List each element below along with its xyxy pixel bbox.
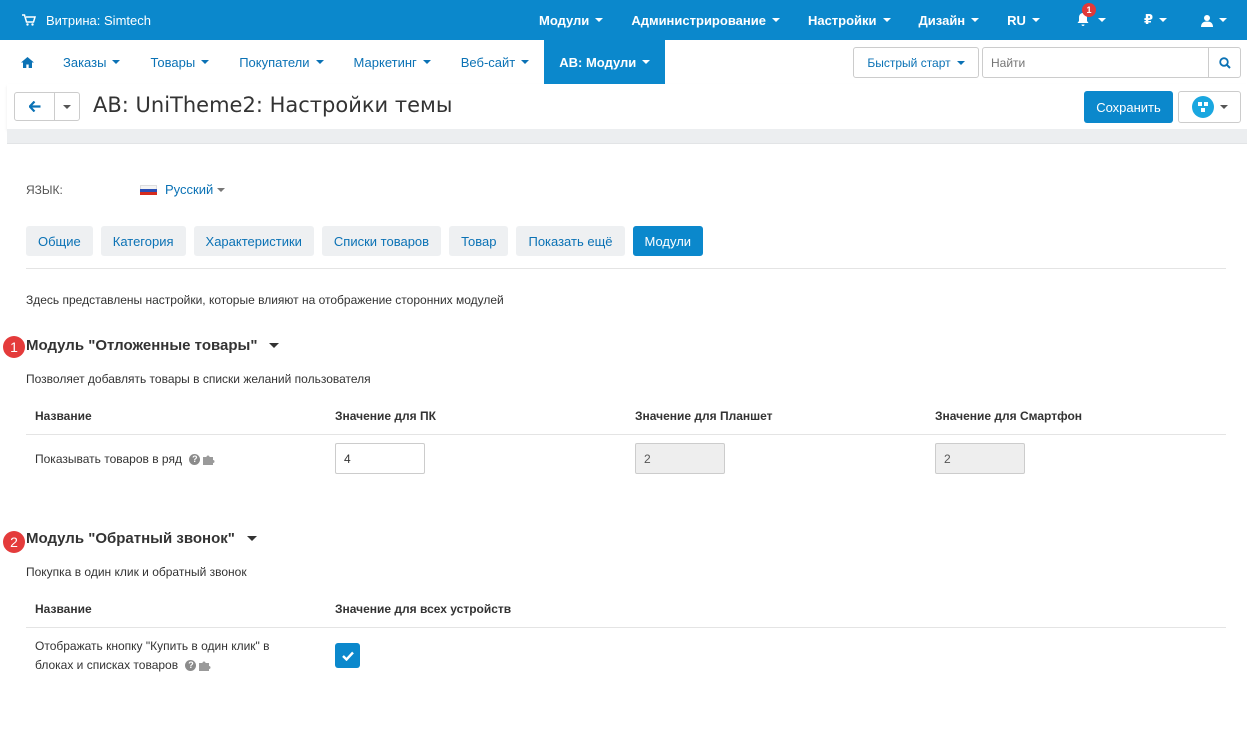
topnav-modules[interactable]: Модули xyxy=(525,0,617,40)
chevron-down-icon xyxy=(971,18,980,22)
tab-modules[interactable]: Модули xyxy=(632,226,704,256)
checkmark-icon xyxy=(341,651,354,661)
nav-home[interactable] xyxy=(7,40,48,84)
russian-flag-icon xyxy=(140,184,157,195)
chevron-down-icon xyxy=(217,187,226,192)
language-selector[interactable]: Русский xyxy=(140,182,226,197)
one-click-buy-checkbox[interactable] xyxy=(335,643,360,668)
language-label: ЯЗЫК: xyxy=(26,183,63,197)
settings-tabs: Общие Категория Характеристики Списки то… xyxy=(26,226,704,256)
search-button[interactable] xyxy=(1208,48,1240,77)
chevron-down-icon xyxy=(315,60,324,64)
tab-product[interactable]: Товар xyxy=(449,226,509,256)
puzzle-icon xyxy=(203,455,215,466)
cart-icon xyxy=(22,14,36,26)
user-icon xyxy=(1201,14,1213,27)
topnav-notifications[interactable]: 1 xyxy=(1054,0,1124,40)
chevron-down-icon xyxy=(1219,18,1227,22)
column-header-all-devices: Значение для всех устройств xyxy=(335,602,512,616)
tab-show-more[interactable]: Показать ещё xyxy=(516,226,625,256)
topnav-currency[interactable]: ₽ xyxy=(1124,0,1187,40)
section-wishlist-description: Позволяет добавлять товары в списки жела… xyxy=(26,372,371,386)
tab-features[interactable]: Характеристики xyxy=(193,226,314,256)
tab-general[interactable]: Общие xyxy=(26,226,93,256)
chevron-down-icon xyxy=(956,60,965,65)
chevron-down-icon xyxy=(771,18,780,22)
nav-website[interactable]: Веб-сайт xyxy=(446,40,544,84)
topnav-language[interactable]: RU xyxy=(993,0,1054,40)
chevron-down-icon xyxy=(1219,105,1228,109)
storefront-selector[interactable]: Витрина: Simtech xyxy=(22,0,151,40)
column-header-tablet: Значение для Планшет xyxy=(635,409,773,423)
chevron-down-icon xyxy=(882,18,891,22)
section-wishlist-title[interactable]: Модуль "Отложенные товары" xyxy=(26,337,280,354)
table-divider xyxy=(26,627,1226,628)
nav-customers[interactable]: Покупатели xyxy=(224,40,338,84)
tabs-divider xyxy=(26,268,1226,269)
column-header-phone: Значение для Смартфон xyxy=(935,409,1083,423)
page-title: AB: UniTheme2: Настройки темы xyxy=(93,93,453,117)
nav-marketing[interactable]: Маркетинг xyxy=(339,40,446,84)
nav-products[interactable]: Товары xyxy=(135,40,224,84)
section-callback-description: Покупка в один клик и обратный звонок xyxy=(26,565,247,579)
chevron-down-icon xyxy=(1031,18,1040,22)
column-header-name: Название xyxy=(35,602,92,616)
storefront-label: Витрина: Simtech xyxy=(46,12,151,28)
chevron-down-icon xyxy=(422,60,431,64)
search-input[interactable] xyxy=(983,48,1208,77)
column-header-pc: Значение для ПК xyxy=(335,409,436,423)
step-marker-1: 1 xyxy=(3,336,25,358)
chevron-down-icon xyxy=(63,104,71,109)
back-dropdown-button[interactable] xyxy=(55,93,79,120)
search-icon xyxy=(1218,56,1231,69)
help-icon[interactable]: ? xyxy=(185,660,197,672)
chevron-down-icon xyxy=(201,60,210,64)
main-nav: Заказы Товары Покупатели Маркетинг Веб-с… xyxy=(7,40,1247,84)
search-box xyxy=(982,47,1241,78)
nav-ab-modules[interactable]: AB: Модули xyxy=(544,40,666,84)
table-divider xyxy=(26,434,1226,435)
help-icon[interactable]: ? xyxy=(189,454,201,466)
quick-start-button[interactable]: Быстрый старт xyxy=(853,47,979,78)
products-per-row-phone-input xyxy=(935,443,1025,474)
top-bar: Витрина: Simtech Модули Администрировани… xyxy=(0,0,1247,40)
title-divider xyxy=(7,129,1247,144)
notification-badge: 1 xyxy=(1081,3,1096,17)
title-bar: AB: UniTheme2: Настройки темы Сохранить xyxy=(7,84,1247,129)
topnav-user[interactable] xyxy=(1187,0,1247,40)
save-button[interactable]: Сохранить xyxy=(1084,91,1173,123)
tab-product-lists[interactable]: Списки товаров xyxy=(321,226,442,256)
step-marker-2: 2 xyxy=(3,531,25,553)
chevron-down-icon xyxy=(595,18,604,22)
column-header-name: Название xyxy=(35,409,92,423)
puzzle-icon xyxy=(199,661,211,672)
section-callback-title[interactable]: Модуль "Обратный звонок" xyxy=(26,530,257,547)
products-per-row-pc-input[interactable] xyxy=(335,443,425,474)
nav-orders[interactable]: Заказы xyxy=(48,40,135,84)
topnav-design[interactable]: Дизайн xyxy=(905,0,994,40)
intro-text: Здесь представлены настройки, которые вл… xyxy=(26,293,504,307)
addon-menu-button[interactable] xyxy=(1178,91,1241,123)
chevron-down-icon xyxy=(269,343,280,348)
topnav-settings[interactable]: Настройки xyxy=(794,0,905,40)
back-button-group xyxy=(14,92,80,121)
arrow-left-icon xyxy=(28,101,40,112)
chevron-down-icon xyxy=(112,60,121,64)
topnav-administration[interactable]: Администрирование xyxy=(617,0,794,40)
chevron-down-icon xyxy=(1097,18,1106,22)
chevron-down-icon xyxy=(521,60,530,64)
back-button[interactable] xyxy=(15,93,55,120)
home-icon xyxy=(21,56,34,68)
tab-category[interactable]: Категория xyxy=(100,226,186,256)
chevron-down-icon xyxy=(1159,18,1167,22)
products-per-row-tablet-input xyxy=(635,443,725,474)
row-label-products-per-row: Показывать товаров в ряд ? xyxy=(35,450,215,469)
chevron-down-icon xyxy=(642,60,651,64)
chevron-down-icon xyxy=(246,536,257,541)
row-label-one-click-buy: Отображать кнопку "Купить в один клик" в… xyxy=(35,639,270,672)
addon-logo-icon xyxy=(1191,96,1214,118)
